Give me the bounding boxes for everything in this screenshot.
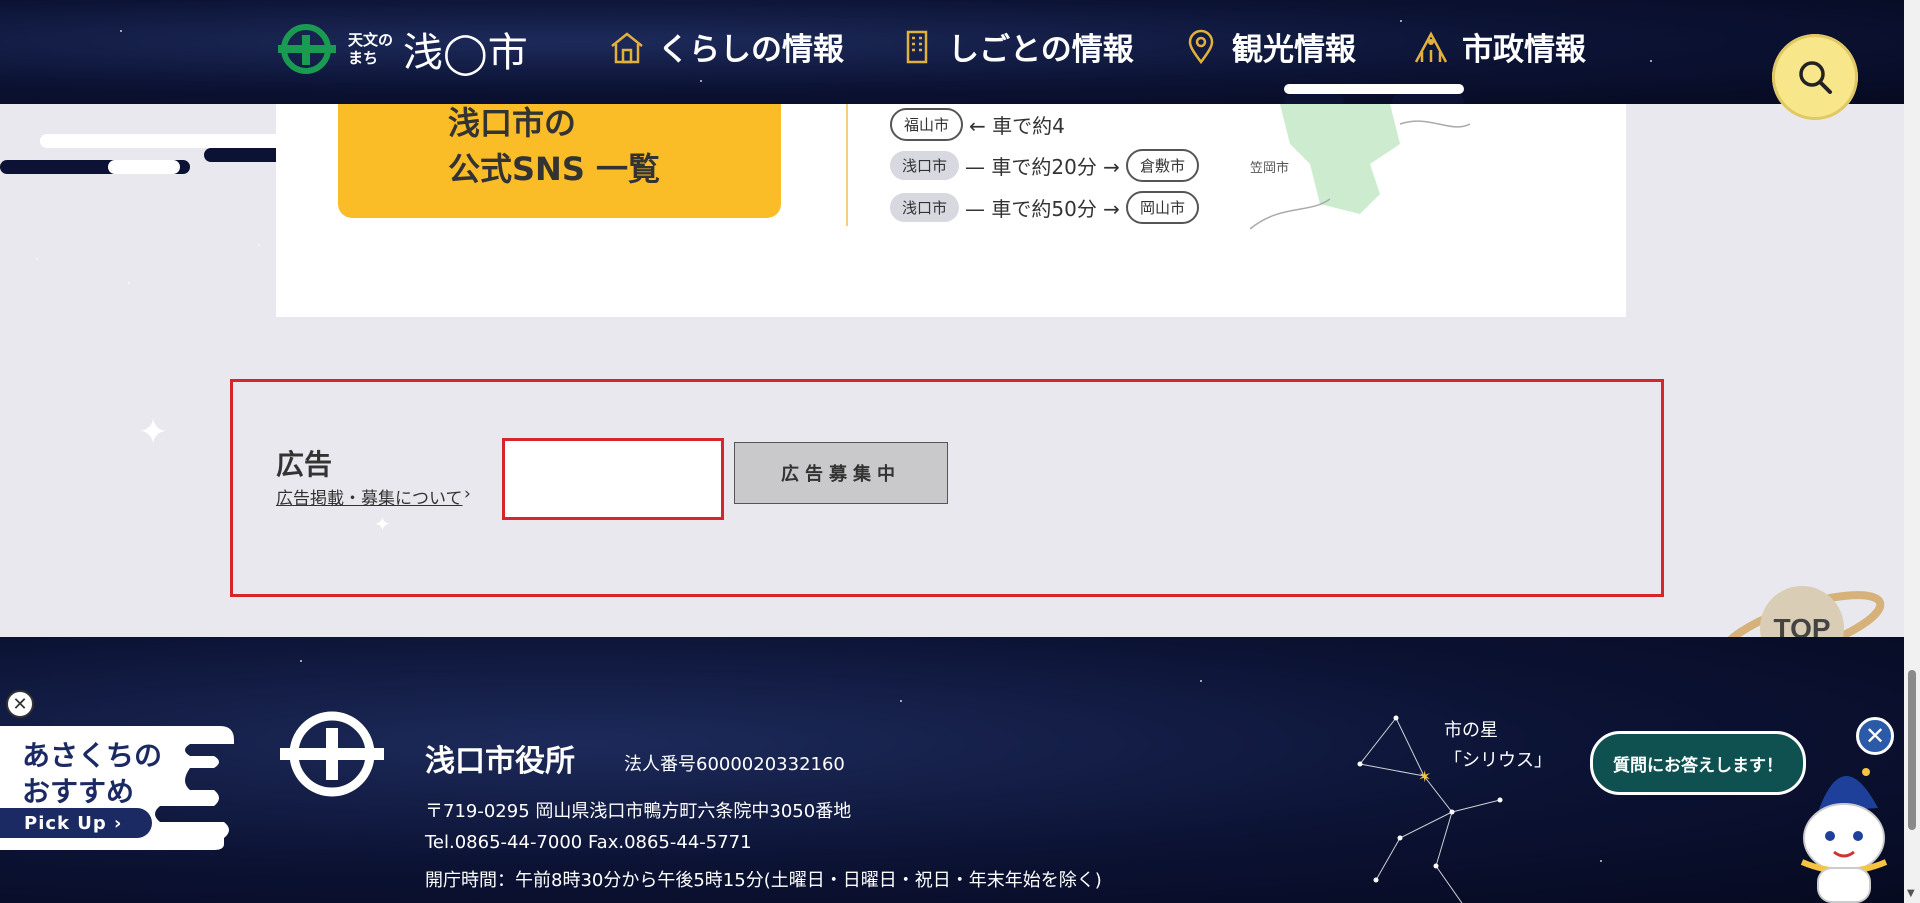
building-icon (906, 30, 928, 63)
office-address: 〒719-0295 岡山県浅口市鴨方町六条院中3050番地 (425, 801, 852, 822)
route-from: 浅口市 (890, 193, 960, 222)
logo-tagline: 天文の まち (348, 31, 393, 67)
mascot-character-icon[interactable] (1788, 752, 1898, 903)
office-tel-fax: Tel.0865-44-7000 Fax.0865-44-5771 (425, 832, 752, 853)
city-star-label: 市の星 「シリウス」 (1444, 716, 1552, 776)
footer-city-emblem-icon (280, 711, 384, 797)
ad-slot[interactable] (502, 438, 724, 520)
chatbot-close-button[interactable]: ✕ (1856, 717, 1894, 755)
site-logo[interactable]: 天文の まち 浅◯市 (276, 20, 528, 78)
nav-work[interactable]: しごとの情報 (898, 24, 1134, 69)
nav-government[interactable]: 市政情報 (1412, 24, 1586, 69)
corporate-number: 法人番号6000020332160 (624, 754, 845, 775)
logo-tagline-top: 天文の (348, 31, 394, 49)
nav-label: くらしの情報 (658, 32, 844, 68)
card-divider (846, 104, 848, 226)
route-connector: — 車で約20分 → (965, 155, 1120, 179)
nav-tourism[interactable]: 観光情報 (1182, 24, 1356, 69)
city-emblem-icon (278, 24, 336, 74)
city-star-label-line2: 「シリウス」 (1444, 750, 1552, 771)
ad-title: 広告 (276, 448, 333, 481)
pickup-title-line1: あさくちの (22, 739, 163, 772)
chevron-right-icon: › (464, 484, 471, 504)
map-pin-icon (1188, 29, 1214, 64)
route-connector: ← 車で約4 (969, 114, 1065, 138)
search-icon (1799, 61, 1832, 94)
sns-title-line2: 公式SNS 一覧 (448, 150, 661, 188)
route-from: 福山市 (890, 108, 964, 141)
route-to: 岡山市 (1125, 191, 1199, 224)
svg-text:✶: ✶ (1418, 767, 1431, 786)
search-button[interactable] (1772, 34, 1858, 120)
ad-recruiting-banner[interactable]: 広告募集中 (734, 442, 948, 504)
route-row: 福山市 ← 車で約4 (890, 108, 1065, 141)
pickup-title-line2: おすすめ (22, 775, 135, 808)
house-icon (611, 31, 643, 63)
sns-list-text: 浅口市の 公式SNS 一覧 (448, 100, 660, 192)
chatbot-bubble[interactable]: 質問にお答えします！ (1590, 731, 1806, 795)
cloud-decoration (108, 160, 180, 174)
route-row: 浅口市 — 車で約20分 → 倉敷市 (890, 149, 1199, 182)
route-to: 倉敷市 (1125, 149, 1199, 182)
nav-label: 観光情報 (1232, 32, 1356, 68)
scrollbar-thumb[interactable] (1908, 670, 1916, 830)
city-hall-icon (1414, 30, 1448, 63)
logo-city-name: 浅◯市 (403, 30, 528, 76)
logo-tagline-bottom: まち (348, 49, 379, 67)
sparkle-icon: ✦ (138, 412, 169, 453)
nav-living[interactable]: くらしの情報 (608, 24, 844, 69)
office-name: 浅口市役所 (425, 744, 575, 779)
map-label: 笠岡市 (1250, 160, 1289, 175)
cloud-decoration (1284, 84, 1464, 94)
scroll-down-arrow-icon[interactable]: ▼ (1907, 888, 1915, 899)
route-connector: — 車で約50分 → (965, 197, 1120, 221)
region-map: 笠岡市 (1250, 104, 1470, 230)
office-hours: 開庁時間：午前8時30分から午後5時15分(土曜日・日曜日・祝日・年末年始を除く… (425, 870, 1102, 891)
city-star-label-line1: 市の星 (1444, 720, 1498, 741)
nav-label: しごとの情報 (948, 32, 1134, 68)
nav-label: 市政情報 (1462, 32, 1586, 68)
sns-title-line1: 浅口市の (448, 104, 577, 142)
ad-info-link[interactable]: 広告掲載・募集について (276, 484, 463, 509)
pickup-button[interactable]: Pick Up › (0, 808, 152, 838)
pickup-close-button[interactable]: ✕ (6, 690, 34, 718)
route-from: 浅口市 (890, 151, 960, 180)
route-row: 浅口市 — 車で約50分 → 岡山市 (890, 191, 1199, 224)
